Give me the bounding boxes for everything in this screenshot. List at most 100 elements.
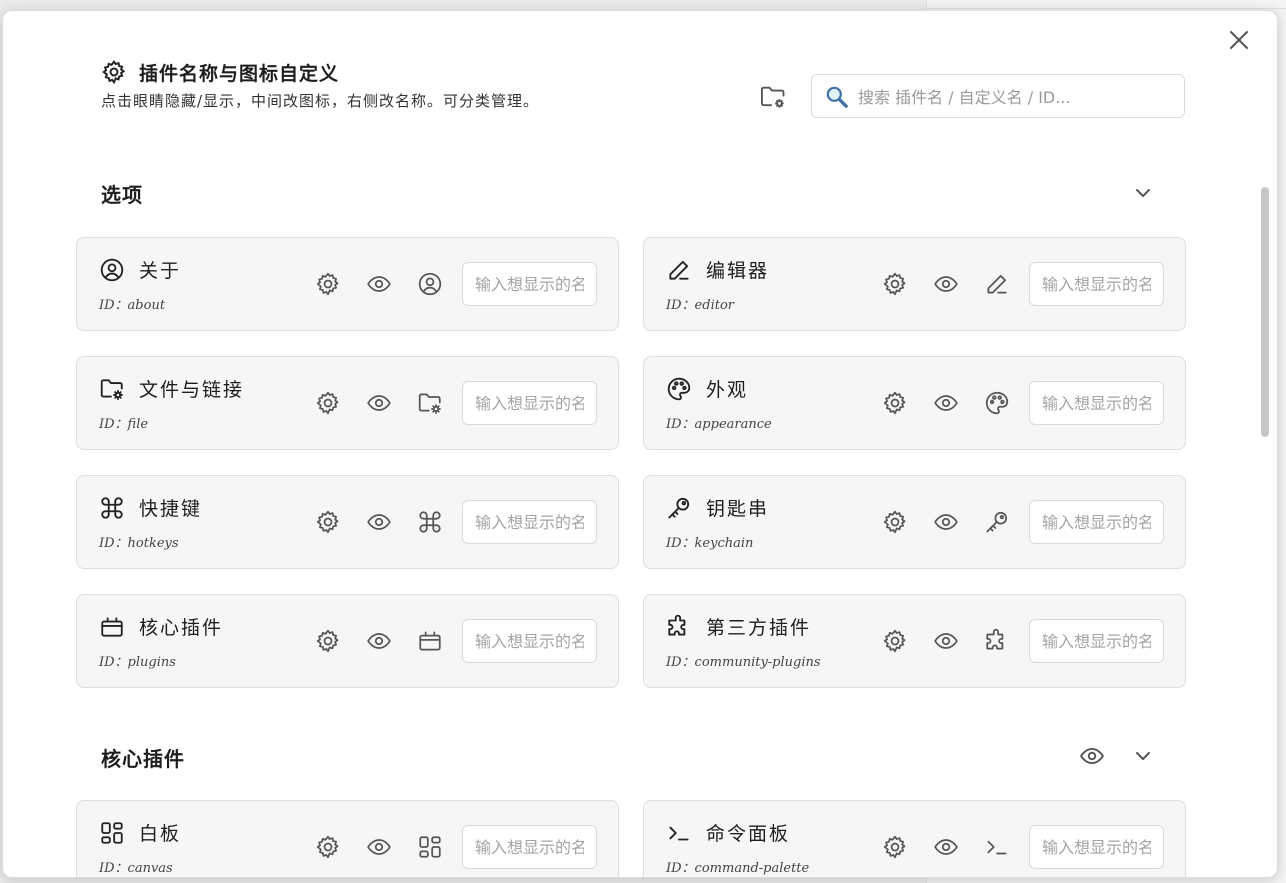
plugin-card: 关于 ID：about [76, 237, 619, 331]
change-icon-button[interactable] [984, 834, 1010, 860]
rename-input[interactable] [462, 381, 597, 425]
change-icon-button[interactable] [984, 271, 1010, 297]
rename-input[interactable] [462, 262, 597, 306]
search-icon [824, 84, 850, 110]
change-icon-button[interactable] [984, 390, 1010, 416]
visibility-toggle[interactable] [366, 390, 392, 416]
visibility-toggle[interactable] [366, 834, 392, 860]
rename-input[interactable] [462, 825, 597, 869]
rename-input[interactable] [1029, 619, 1164, 663]
eye-icon [933, 834, 959, 860]
terminal-icon [666, 820, 692, 846]
settings-button[interactable] [315, 628, 341, 654]
gear-icon [101, 59, 127, 85]
key-icon [984, 509, 1010, 535]
plugin-id: ID：command-palette [666, 861, 810, 876]
change-icon-button[interactable] [417, 390, 443, 416]
settings-button[interactable] [315, 390, 341, 416]
eye-icon [366, 390, 392, 416]
settings-button[interactable] [882, 390, 908, 416]
visibility-toggle[interactable] [933, 834, 959, 860]
scrollbar-thumb[interactable] [1261, 187, 1269, 437]
folder-gear-icon [99, 376, 125, 402]
rename-input[interactable] [1029, 262, 1164, 306]
settings-button[interactable] [882, 628, 908, 654]
command-icon [99, 495, 125, 521]
close-icon [1230, 31, 1248, 49]
settings-button[interactable] [882, 271, 908, 297]
plugin-id: ID：canvas [99, 861, 173, 876]
close-button[interactable] [1227, 28, 1251, 52]
chevron-down-icon [1136, 752, 1150, 760]
user-circle-icon [99, 257, 125, 283]
change-icon-button[interactable] [417, 628, 443, 654]
command-icon [417, 509, 443, 535]
plugin-card: 第三方插件 ID：community-plugins [643, 594, 1186, 688]
gear-icon [882, 509, 908, 535]
rename-input[interactable] [462, 619, 597, 663]
eye-icon [366, 509, 392, 535]
user-circle-icon [417, 271, 443, 297]
rename-input[interactable] [1029, 500, 1164, 544]
page-title: 插件名称与图标自定义 [139, 63, 340, 85]
folder-gear-icon [760, 86, 785, 108]
change-icon-button[interactable] [417, 271, 443, 297]
plugin-name: 核心插件 [139, 617, 224, 639]
visibility-toggle[interactable] [933, 271, 959, 297]
palette-icon [984, 390, 1010, 416]
puzzle-icon [666, 614, 692, 640]
rename-input[interactable] [1029, 825, 1164, 869]
eye-icon [933, 390, 959, 416]
canvas-grid-icon [417, 834, 443, 860]
gear-icon [315, 390, 341, 416]
visibility-toggle[interactable] [933, 509, 959, 535]
settings-button[interactable] [882, 509, 908, 535]
plugin-id: ID：appearance [666, 417, 772, 432]
change-icon-button[interactable] [417, 834, 443, 860]
settings-button[interactable] [882, 834, 908, 860]
section-title-options: 选项 [101, 183, 143, 207]
change-icon-button[interactable] [984, 509, 1010, 535]
plugin-customize-modal: 插件名称与图标自定义 点击眼睛隐藏/显示，中间改图标，右侧改名称。可分类管理。 … [2, 10, 1278, 878]
rename-input[interactable] [1029, 381, 1164, 425]
gear-icon [882, 834, 908, 860]
settings-button[interactable] [315, 834, 341, 860]
plugin-card: 快捷键 ID：hotkeys [76, 475, 619, 569]
section-collapse-button-core-plugins[interactable] [1131, 744, 1155, 768]
plugin-name: 文件与链接 [139, 379, 245, 401]
plugin-card: 核心插件 ID：plugins [76, 594, 619, 688]
visibility-toggle[interactable] [933, 390, 959, 416]
plugin-id: ID：file [99, 417, 149, 432]
visibility-toggle[interactable] [366, 509, 392, 535]
key-icon [666, 495, 692, 521]
plugin-card: 文件与链接 ID：file [76, 356, 619, 450]
chevron-down-icon [1136, 189, 1150, 197]
section-visibility-toggle[interactable] [1079, 743, 1105, 769]
folder-gear-icon [417, 390, 443, 416]
settings-button[interactable] [315, 271, 341, 297]
change-icon-button[interactable] [417, 509, 443, 535]
gear-icon [315, 509, 341, 535]
settings-button[interactable] [315, 509, 341, 535]
plugin-name: 命令面板 [706, 823, 791, 845]
section-collapse-button-options[interactable] [1131, 181, 1155, 205]
category-manage-button[interactable] [759, 83, 787, 111]
visibility-toggle[interactable] [366, 628, 392, 654]
plugins-box-icon [417, 628, 443, 654]
gear-icon [315, 271, 341, 297]
visibility-toggle[interactable] [366, 271, 392, 297]
gear-icon [882, 628, 908, 654]
section-title-core-plugins: 核心插件 [101, 747, 185, 771]
plugin-card: 编辑器 ID：editor [643, 237, 1186, 331]
rename-input[interactable] [462, 500, 597, 544]
plugin-id: ID：about [99, 298, 166, 313]
plugin-name: 第三方插件 [706, 617, 812, 639]
visibility-toggle[interactable] [933, 628, 959, 654]
terminal-icon [984, 834, 1010, 860]
change-icon-button[interactable] [984, 628, 1010, 654]
plugin-name: 关于 [139, 260, 182, 282]
eye-icon [366, 271, 392, 297]
canvas-grid-icon [99, 820, 125, 846]
search-input[interactable] [856, 75, 1180, 119]
eye-icon [933, 628, 959, 654]
